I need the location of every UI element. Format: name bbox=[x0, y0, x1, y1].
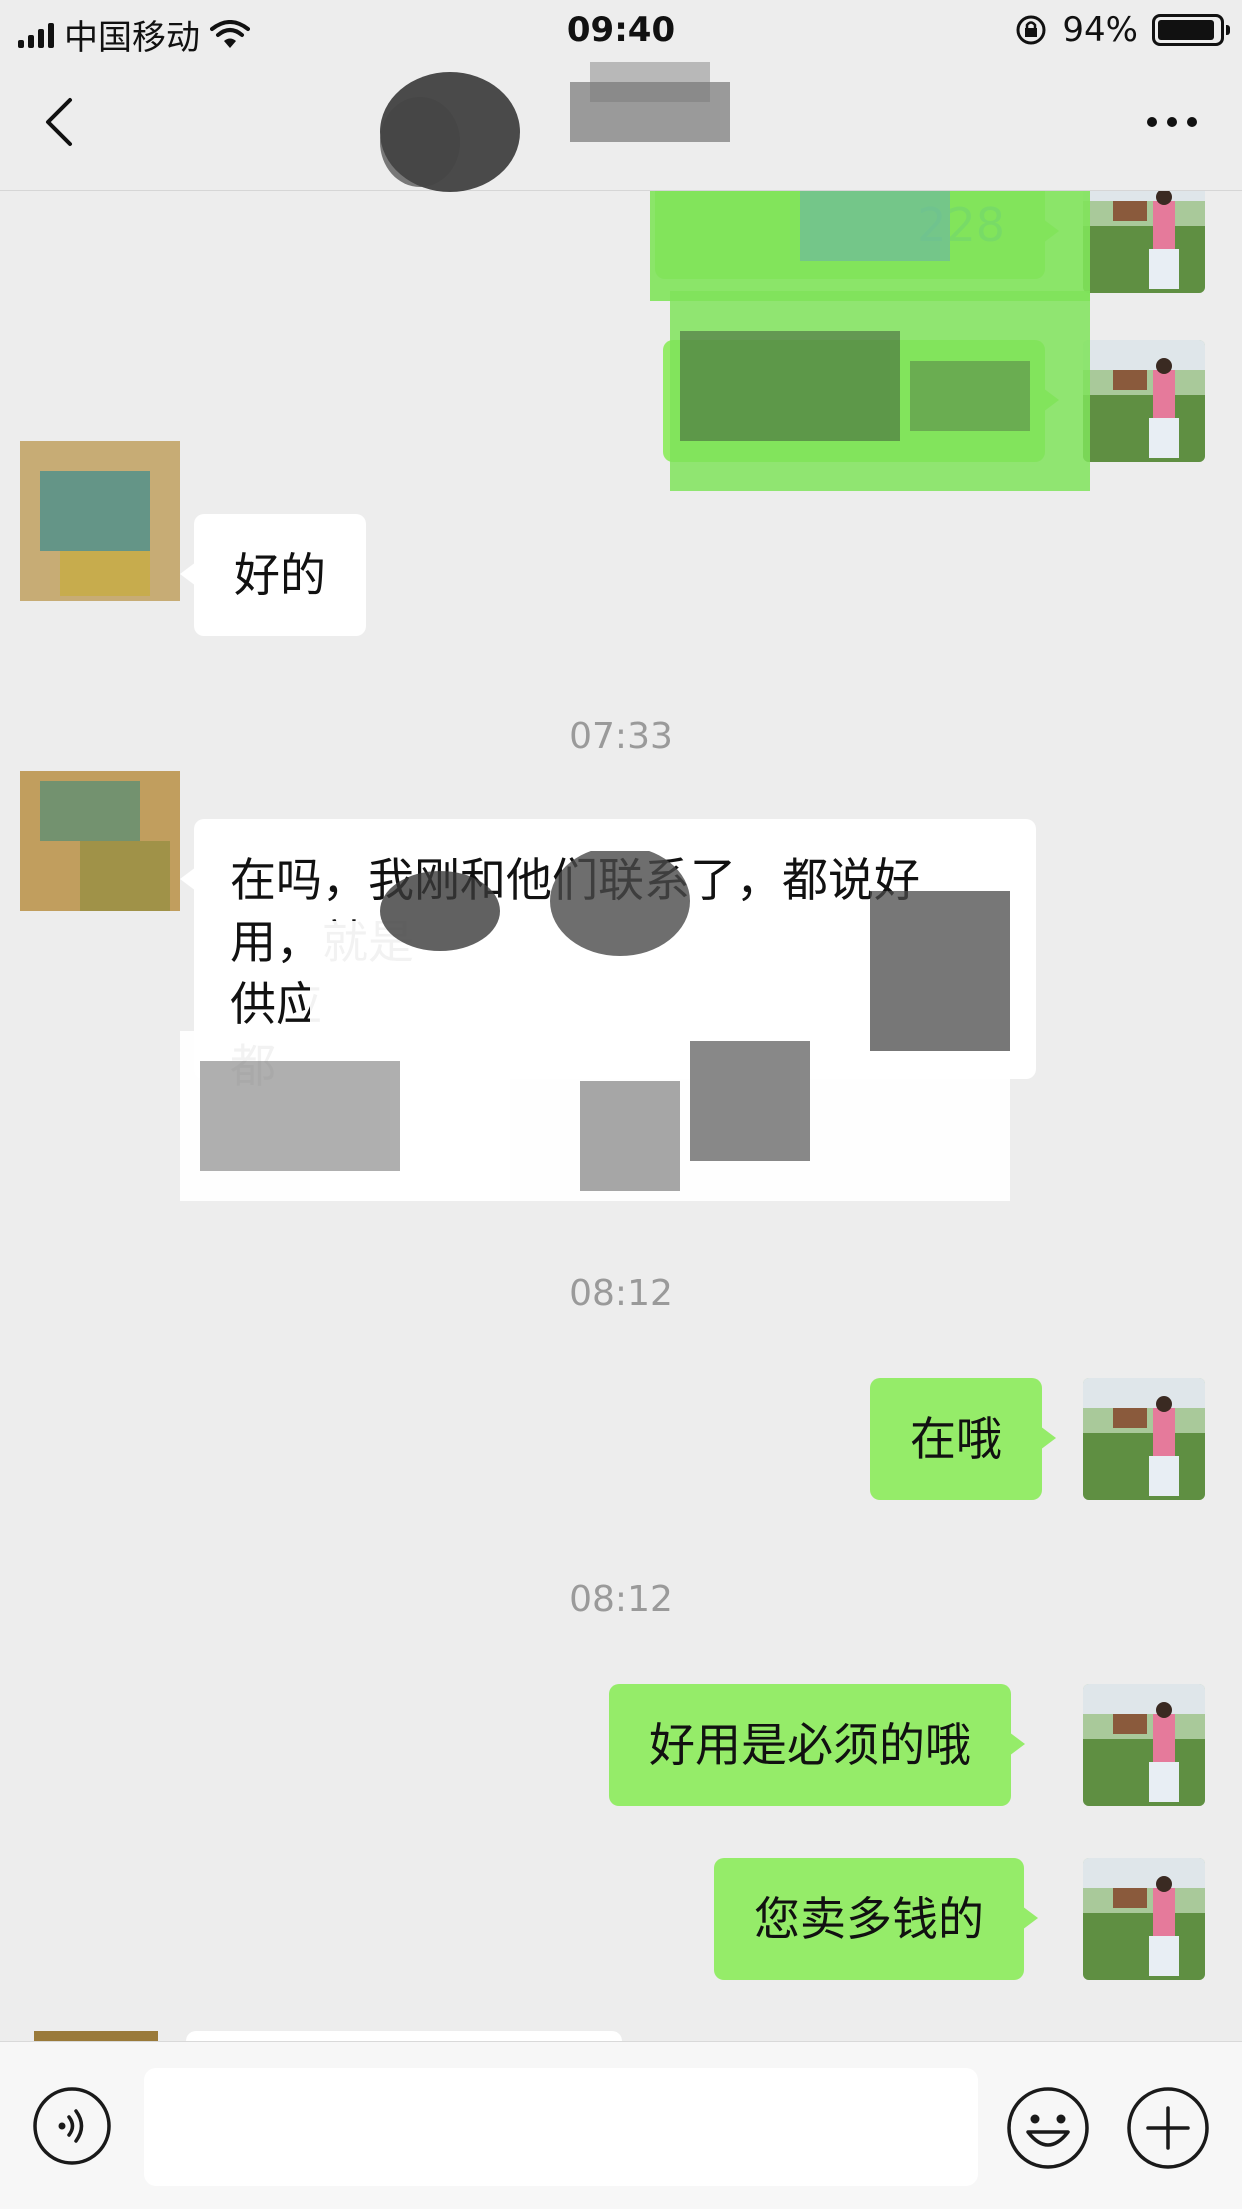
message-text: 好的 bbox=[234, 548, 326, 602]
rotation-lock-icon bbox=[1016, 15, 1046, 45]
status-right: 94% bbox=[1014, 10, 1230, 50]
message-bubble-self[interactable]: 228 bbox=[655, 191, 1059, 279]
avatar-self[interactable] bbox=[1083, 1378, 1205, 1500]
message-bubble-other[interactable]: 在吗，我刚和他们联系了，都说好 用，就是 供应 都 bbox=[180, 819, 1036, 1093]
avatar-other[interactable] bbox=[20, 761, 180, 921]
message-text: 228 bbox=[917, 198, 1005, 252]
timestamp: 08:12 bbox=[569, 1579, 673, 1620]
status-bar: 中国移动 09:40 94% bbox=[0, 0, 1242, 62]
avatar-self[interactable] bbox=[1083, 191, 1205, 293]
message-line: 用，就是 bbox=[230, 915, 414, 969]
message-bubble-self[interactable]: 好用是必须的哦 bbox=[609, 1684, 1025, 1806]
avatar-other[interactable] bbox=[34, 2031, 158, 2041]
timestamp: 08:12 bbox=[569, 1273, 673, 1314]
message-list[interactable]: 228 好的 07:33 在吗，我刚和他们联系了，都说好 用，就是 供应 都 0… bbox=[0, 191, 1242, 2041]
more-dots-icon[interactable] bbox=[1142, 102, 1202, 142]
input-bar bbox=[0, 2041, 1242, 2209]
message-line: 都 bbox=[230, 1039, 276, 1093]
message-bubble-other[interactable] bbox=[186, 2031, 622, 2041]
message-text: 您卖多钱的 bbox=[754, 1892, 984, 1946]
chevron-left-icon[interactable] bbox=[34, 92, 94, 152]
message-bubble-self[interactable] bbox=[663, 340, 1059, 462]
message-bubble-self[interactable]: 在哦 bbox=[870, 1378, 1056, 1500]
message-line: 在吗，我刚和他们联系了，都说好 bbox=[230, 853, 920, 907]
battery-icon bbox=[1152, 14, 1230, 46]
battery-percent: 94% bbox=[1062, 10, 1138, 50]
timestamp: 07:33 bbox=[569, 716, 673, 757]
plus-icon[interactable] bbox=[1126, 2086, 1210, 2170]
redaction-scribble bbox=[380, 62, 730, 192]
message-text: 在哦 bbox=[910, 1412, 1002, 1466]
message-input[interactable] bbox=[144, 2068, 978, 2186]
message-text: 好用是必须的哦 bbox=[649, 1718, 971, 1772]
message-bubble-other[interactable]: 好的 bbox=[180, 514, 366, 636]
battery-level bbox=[1158, 20, 1215, 40]
avatar-self[interactable] bbox=[1083, 1684, 1205, 1806]
voice-icon[interactable] bbox=[32, 2086, 112, 2166]
chat-header bbox=[0, 62, 1242, 192]
message-line: 供应 bbox=[230, 977, 322, 1031]
message-bubble-self[interactable]: 您卖多钱的 bbox=[714, 1858, 1038, 1980]
avatar-other[interactable] bbox=[20, 441, 180, 601]
avatar-self[interactable] bbox=[1083, 1858, 1205, 1980]
emoji-icon[interactable] bbox=[1006, 2086, 1090, 2170]
avatar-self[interactable] bbox=[1083, 340, 1205, 462]
